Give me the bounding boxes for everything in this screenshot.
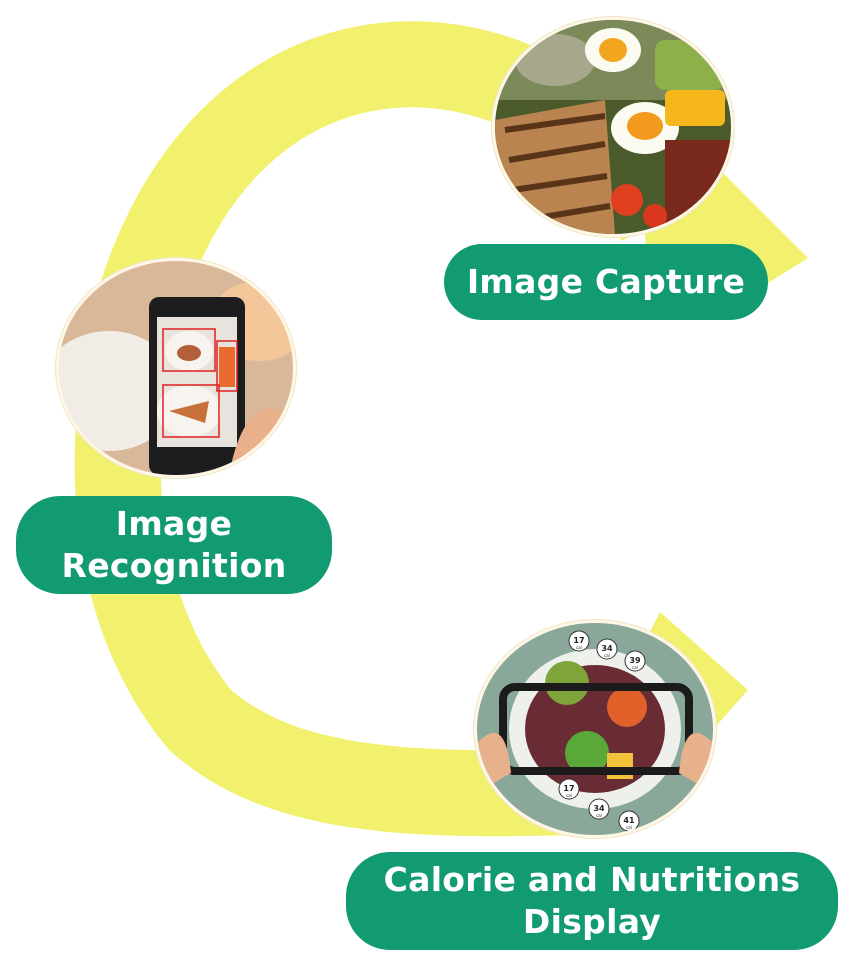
image-recognition-photo	[56, 258, 296, 478]
svg-text:cal: cal	[632, 665, 638, 670]
svg-text:cal: cal	[576, 645, 582, 650]
calorie-tag: 34cal	[588, 798, 610, 820]
phone-scanning-food-icon	[59, 261, 293, 475]
calorie-tag: 34cal	[596, 638, 618, 660]
svg-text:41: 41	[623, 816, 635, 825]
svg-text:cal: cal	[604, 653, 610, 658]
svg-text:34: 34	[593, 804, 605, 813]
svg-text:cal: cal	[566, 793, 572, 798]
svg-text:34: 34	[601, 644, 613, 653]
salad-plate-icon	[495, 20, 731, 234]
image-capture-photo	[492, 17, 734, 237]
calorie-tag: 41cal	[618, 810, 640, 832]
calorie-display-photo: 17 cal 34 cal 39 cal 17 cal 34 cal 41 cal	[474, 620, 716, 838]
calorie-tag: 17cal	[558, 778, 580, 800]
image-capture-label: Image Capture	[444, 244, 768, 320]
svg-text:17: 17	[563, 784, 574, 793]
calorie-display-label: Calorie and Nutritions Display	[346, 852, 838, 950]
image-recognition-label: Image Recognition	[16, 496, 332, 594]
calorie-tag: 17cal	[568, 630, 590, 652]
phone-calorie-overlay-icon: 17cal 34cal39cal17cal34cal41cal	[477, 623, 713, 835]
svg-text:cal: cal	[626, 825, 632, 830]
svg-text:39: 39	[629, 656, 641, 665]
svg-text:cal: cal	[596, 813, 602, 818]
svg-text:17: 17	[573, 636, 584, 645]
calorie-tag: 39cal	[624, 650, 646, 672]
